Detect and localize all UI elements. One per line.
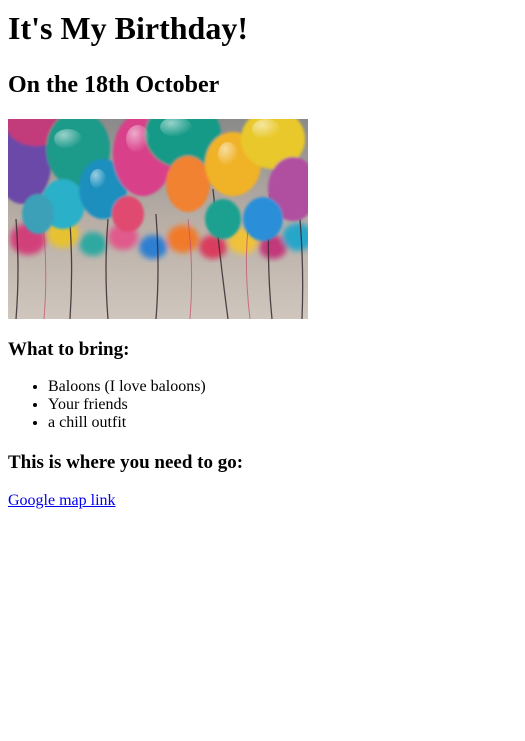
page-title: It's My Birthday!: [8, 10, 248, 46]
location-heading: This is where you need to go:: [8, 452, 244, 473]
list-item: Your friends: [48, 396, 517, 414]
list-item: Baloons (I love baloons): [48, 378, 517, 396]
page-subtitle: On the 18th October: [8, 72, 220, 98]
page-content: It's My Birthday! On the 18th October Wh…: [0, 10, 525, 510]
bring-list: Baloons (I love baloons) Your friends a …: [8, 378, 517, 432]
list-item: a chill outfit: [48, 414, 517, 432]
bring-heading: What to bring:: [8, 339, 130, 360]
google-map-link[interactable]: Google map link: [8, 492, 116, 509]
map-link-paragraph: Google map link: [8, 492, 517, 510]
balloons-photo: [8, 119, 308, 319]
